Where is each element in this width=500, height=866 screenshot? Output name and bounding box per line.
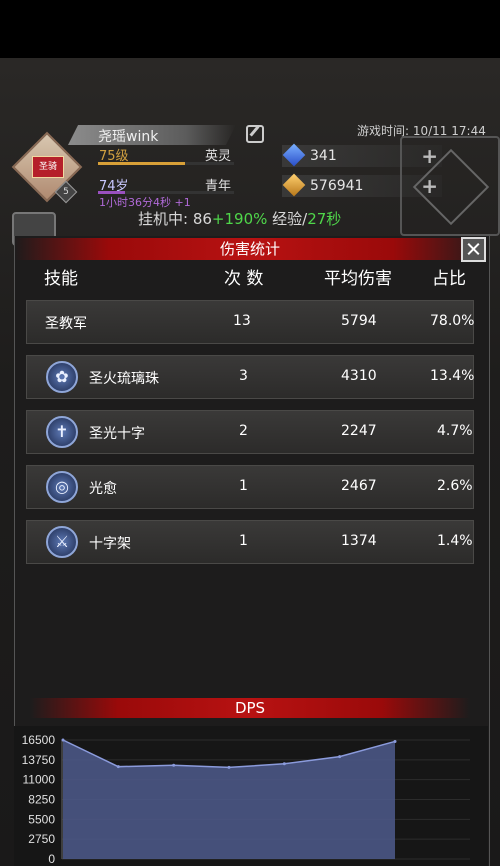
orb-icon: ✿ [46,361,78,393]
blue-gem-icon [282,143,306,167]
gold-gem-icon [282,173,306,197]
panel-title: 伤害统计 [219,240,280,258]
skill-row-4[interactable]: ◎ 光愈 1 2467 2.6% [26,465,474,509]
skill-name: 十字架 [89,536,131,552]
skill-count: 2 [239,423,248,439]
close-button[interactable] [461,237,486,262]
header-share: 占比 [432,269,466,289]
skill-name: 圣教军 [45,316,87,332]
skill-avg-damage: 5794 [341,313,377,329]
skill-row-1[interactable]: 圣教军 13 5794 78.0% [26,300,474,344]
gold-gem-value: 576941 [310,178,364,194]
edit-icon[interactable] [246,125,264,143]
blue-gem-value: 341 [310,148,337,164]
exp-rate: 27秒 [307,210,342,228]
skill-avg-damage: 2467 [341,478,377,494]
header-avg-damage: 平均伤害 [324,269,392,289]
dps-title: DPS [234,699,266,717]
cross-icon: ✝ [46,416,78,448]
skill-name: 圣火琉璃珠 [89,371,159,387]
skill-count: 1 [239,533,248,549]
skill-share: 1.4% [437,533,473,549]
skill-name: 光愈 [89,481,117,497]
skill-row-2[interactable]: ✿ 圣火琉璃珠 3 4310 13.4% [26,355,474,399]
avatar-emblem: 圣骑 [32,156,64,178]
skill-row-5[interactable]: ⚔ 十字架 1 1374 1.4% [26,520,474,564]
idle-status: 挂机中: 86+190% 经验/27秒 [138,208,341,229]
skill-share: 4.7% [437,423,473,439]
exp-bar [98,162,234,165]
sword-icon: ⚔ [46,526,78,558]
compass-emblem-icon[interactable] [400,136,500,236]
skill-row-3[interactable]: ✝ 圣光十字 2 2247 4.7% [26,410,474,454]
heal-icon: ◎ [46,471,78,503]
skill-share: 2.6% [437,478,473,494]
skill-count: 3 [239,368,248,384]
dps-chart-area [14,726,488,866]
exp-label: 经验/ [267,210,308,228]
header-skill: 技能 [44,269,78,289]
idle-bonus: +190% [211,210,268,228]
skill-avg-damage: 2247 [341,423,377,439]
avatar-level: 5 [63,187,69,197]
skill-count: 1 [239,478,248,494]
skill-avg-damage: 1374 [341,533,377,549]
header-count: 次 数 [224,269,264,289]
skill-avg-damage: 4310 [341,368,377,384]
player-name: 尧瑶wink [98,129,159,145]
skill-count: 13 [233,313,251,329]
idle-label: 挂机中: 86 [138,210,212,228]
status-bar [0,0,500,58]
skill-name: 圣光十字 [89,426,145,442]
avatar-label: 圣骑 [38,162,57,172]
skill-share: 13.4% [430,368,475,384]
skill-share: 78.0% [430,313,475,329]
